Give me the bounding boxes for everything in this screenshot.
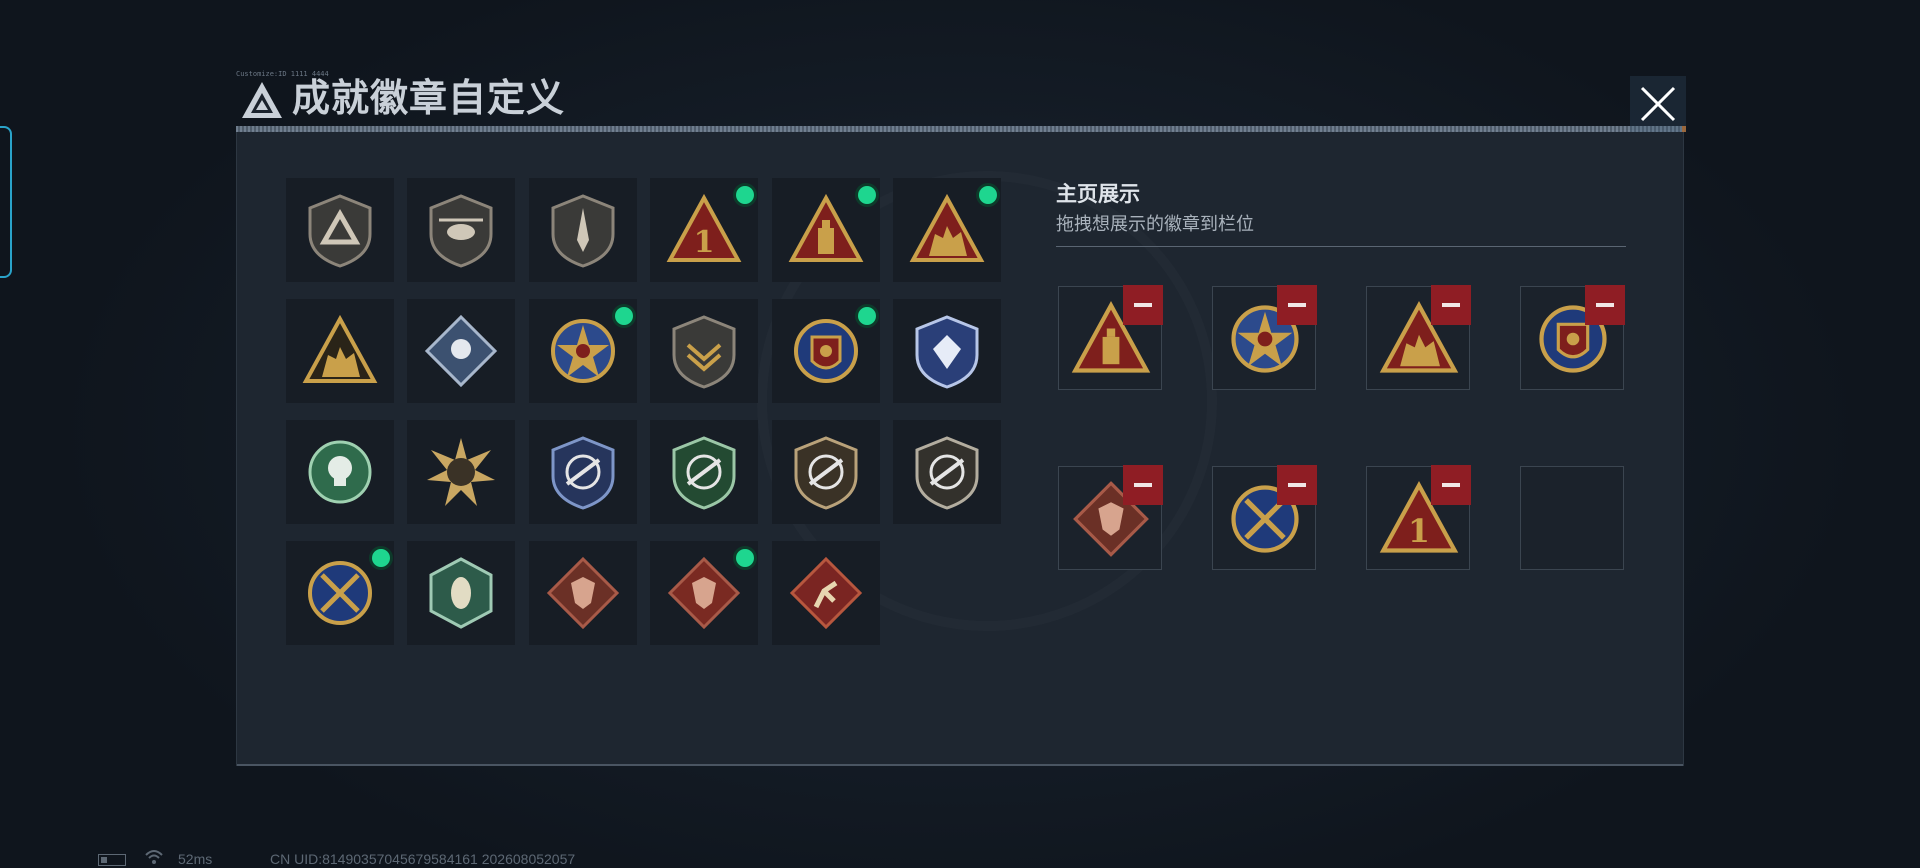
remove-badge-button[interactable]: [1277, 285, 1317, 325]
runner-diamond-badge-icon: [789, 556, 863, 630]
dragon-diamond-red-badge-icon: [667, 556, 741, 630]
triangle-logo-icon: [242, 82, 282, 118]
badge-cell[interactable]: [650, 420, 758, 524]
gold-crosshair-rifle-badge-icon: [794, 436, 858, 510]
ping-text: 52ms: [178, 851, 213, 867]
badge-cell[interactable]: [529, 541, 637, 645]
badge-cell[interactable]: [893, 420, 1001, 524]
badge-cell[interactable]: [529, 299, 637, 403]
crossed-swords-crest-badge-icon: [308, 561, 372, 625]
showcase-slot[interactable]: 1: [1366, 465, 1471, 570]
badge-cell[interactable]: [529, 420, 637, 524]
badge-cell[interactable]: [286, 541, 394, 645]
showcase-slot[interactable]: [1058, 285, 1163, 390]
new-indicator-dot: [858, 186, 876, 204]
badge-cell[interactable]: [893, 178, 1001, 282]
ribbon-crest-badge-icon: [794, 319, 858, 383]
showcase-slot[interactable]: [1058, 465, 1163, 570]
showcase-slot[interactable]: [1212, 285, 1317, 390]
showcase-divider: [1056, 246, 1626, 247]
remove-badge-button[interactable]: [1431, 465, 1471, 505]
badge-cell[interactable]: [286, 420, 394, 524]
soldiers-triangle-badge-icon: [909, 193, 985, 262]
badge-cell[interactable]: [650, 299, 758, 403]
remove-badge-button[interactable]: [1123, 465, 1163, 505]
rose-diamond-badge-icon: [424, 314, 498, 388]
star-medal-badge-icon: [551, 319, 615, 383]
tower-triangle-badge-icon: [788, 193, 864, 262]
dialog-title: 成就徽章自定义: [292, 78, 566, 120]
new-indicator-dot: [979, 186, 997, 204]
showcase-slot[interactable]: [1366, 285, 1471, 390]
header-divider-strip: [236, 126, 1686, 132]
showcase-slot[interactable]: [1520, 285, 1625, 390]
wasp-hexagon-badge-icon: [429, 557, 493, 629]
showcase-title: 主页展示: [1056, 183, 1140, 206]
close-icon: [1640, 86, 1676, 122]
wifi-icon: [145, 850, 163, 864]
remove-badge-button[interactable]: [1585, 285, 1625, 325]
svg-text:1: 1: [694, 225, 715, 260]
badge-cell[interactable]: [893, 299, 1001, 403]
badge-cell[interactable]: [650, 541, 758, 645]
dialog-bottom-divider: [237, 764, 1683, 766]
uid-text: CN UID:81490357045679584161 202608052057: [270, 851, 576, 867]
showcase-slot-empty[interactable]: [1520, 466, 1624, 570]
close-button[interactable]: [1630, 76, 1686, 132]
blue-crosshair-rifle-badge-icon: [551, 436, 615, 510]
helicopter-shield-badge-icon: [429, 194, 493, 268]
badge-cell[interactable]: 1: [650, 178, 758, 282]
badge-cell[interactable]: [407, 299, 515, 403]
badge-cell[interactable]: [772, 541, 880, 645]
badge-cell[interactable]: [407, 420, 515, 524]
badge-cell[interactable]: [286, 178, 394, 282]
svg-text:1: 1: [1408, 513, 1430, 550]
blue-gem-badge-icon: [915, 315, 979, 389]
silver-crosshair-rifle-badge-icon: [915, 436, 979, 510]
new-indicator-dot: [858, 307, 876, 325]
side-tab[interactable]: [0, 126, 12, 278]
badge-cell[interactable]: [529, 178, 637, 282]
remove-badge-button[interactable]: [1123, 285, 1163, 325]
badge-cell[interactable]: [407, 541, 515, 645]
remove-badge-button[interactable]: [1277, 465, 1317, 505]
green-skull-badge-icon: [308, 440, 372, 504]
triangle-shield-badge-icon: [308, 194, 372, 268]
badge-cell[interactable]: [772, 299, 880, 403]
tank-sunburst-badge-icon: [427, 438, 495, 506]
dagger-shield-badge-icon: [551, 194, 615, 268]
showcase-subtitle: 拖拽想展示的徽章到栏位: [1056, 214, 1254, 234]
dragon-diamond-badge-icon: [546, 556, 620, 630]
showcase-slot[interactable]: [1212, 465, 1317, 570]
badge-cell[interactable]: [407, 178, 515, 282]
badge-cell[interactable]: [772, 420, 880, 524]
soldiers-gold-triangle-badge-icon: [302, 314, 378, 383]
new-indicator-dot: [372, 549, 390, 567]
chevron-shield-badge-icon: [672, 315, 736, 389]
number-one-triangle-badge-icon: 1: [666, 193, 742, 262]
badge-cell[interactable]: [772, 178, 880, 282]
new-indicator-dot: [736, 549, 754, 567]
green-crosshair-rifle-badge-icon: [672, 436, 736, 510]
new-indicator-dot: [615, 307, 633, 325]
badge-cell[interactable]: [286, 299, 394, 403]
dialog-header: Customize:ID 1111 4444 成就徽章自定义: [232, 70, 1686, 136]
battery-icon: [98, 854, 126, 866]
new-indicator-dot: [736, 186, 754, 204]
remove-badge-button[interactable]: [1431, 285, 1471, 325]
